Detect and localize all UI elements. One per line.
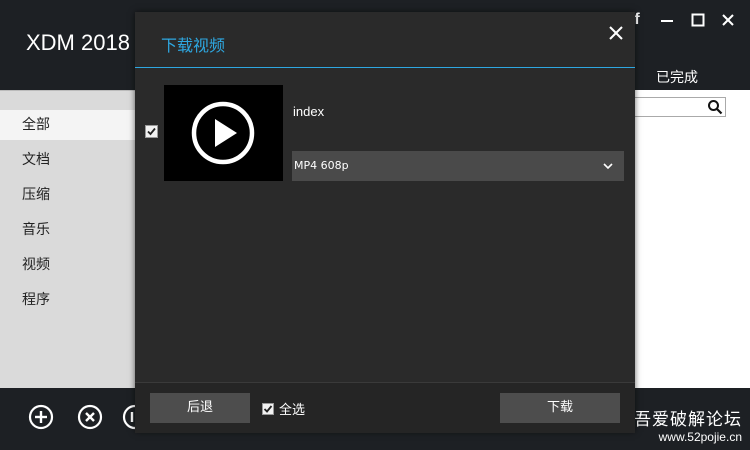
play-icon — [191, 101, 255, 165]
item-checkbox[interactable] — [145, 125, 158, 138]
checkmark-icon — [147, 127, 156, 136]
checkmark-icon — [263, 405, 273, 413]
maximize-button[interactable] — [689, 12, 707, 31]
delete-download-icon[interactable] — [77, 404, 103, 430]
sidebar-item-compressed[interactable]: 压缩 — [0, 180, 136, 210]
app-title: XDM 2018 — [26, 30, 130, 55]
select-all-label: 全选 — [279, 403, 306, 418]
close-icon — [609, 26, 623, 40]
add-download-icon[interactable] — [28, 404, 54, 430]
watermark: 吾爱破解论坛 www.52pojie.cn — [634, 405, 742, 444]
dialog-title: 下载视频 — [161, 36, 226, 55]
dialog-footer: 后退 全选 下载 — [135, 382, 635, 433]
close-window-button[interactable] — [719, 12, 737, 31]
sidebar-item-music[interactable]: 音乐 — [0, 215, 136, 245]
format-dropdown[interactable]: MP4 608p — [292, 151, 624, 181]
sidebar-item-documents[interactable]: 文档 — [0, 145, 136, 175]
video-thumbnail — [164, 85, 283, 181]
search-icon[interactable] — [707, 99, 723, 115]
minimize-icon — [661, 20, 673, 22]
download-button[interactable]: 下载 — [500, 393, 620, 423]
video-name: index — [293, 104, 325, 119]
dialog-separator — [135, 67, 635, 68]
format-selected-value: MP4 608p — [294, 159, 349, 172]
watermark-title: 吾爱破解论坛 — [634, 410, 742, 430]
download-video-dialog: 下载视频 index MP4 608p 后退 全选 下载 — [135, 12, 635, 433]
sidebar-item-all[interactable]: 全部 — [0, 110, 136, 140]
chevron-down-icon — [603, 163, 613, 170]
back-button[interactable]: 后退 — [150, 393, 250, 423]
select-all-toggle[interactable]: 全选 — [262, 399, 305, 418]
sidebar-item-programs[interactable]: 程序 — [0, 285, 136, 315]
watermark-url: www.52pojie.cn — [658, 430, 742, 444]
sidebar-item-video[interactable]: 视频 — [0, 250, 136, 280]
dialog-close-button[interactable] — [605, 22, 627, 44]
category-sidebar: 全部 文档 压缩 音乐 视频 程序 — [0, 90, 136, 389]
minimize-button[interactable] — [658, 12, 676, 31]
maximize-icon — [691, 13, 705, 27]
tab-completed[interactable]: 已完成 — [656, 67, 698, 87]
select-all-checkbox[interactable] — [262, 403, 274, 415]
close-icon — [722, 14, 734, 26]
search-input[interactable] — [634, 97, 726, 117]
